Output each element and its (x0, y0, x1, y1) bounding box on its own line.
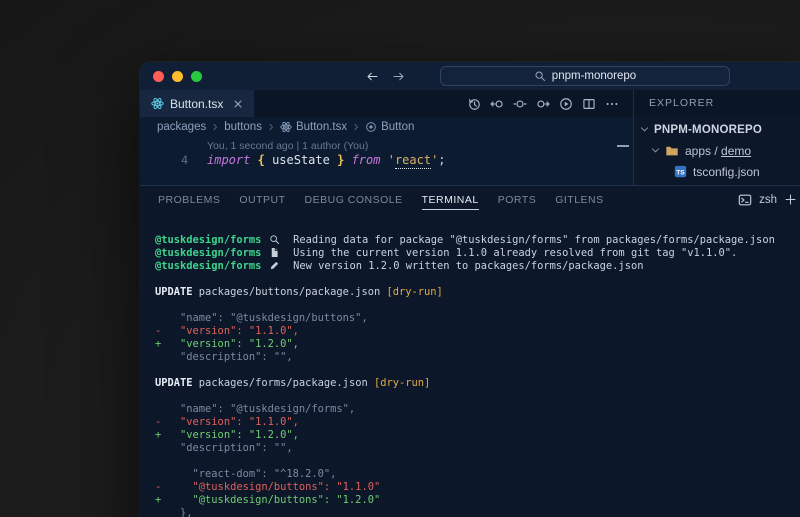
panel-tab-terminal[interactable]: TERMINAL (422, 186, 479, 213)
terminal-line: - "version": "1.1.0", (155, 416, 800, 429)
previous-change-icon[interactable] (490, 97, 504, 111)
history-nav (366, 62, 405, 90)
more-actions-icon[interactable] (605, 97, 619, 111)
terminal-line (155, 273, 800, 286)
panel-tab-output[interactable]: OUTPUT (239, 186, 285, 213)
tab-label: Button.tsx (170, 97, 223, 111)
code-line[interactable]: 4 import { useState } from 'react'; (140, 153, 446, 167)
svg-text:TS: TS (676, 169, 685, 176)
titlebar: pnpm-monorepo (140, 62, 800, 90)
chevron-right-icon (351, 122, 361, 132)
terminal-line: - "version": "1.1.0", (155, 325, 800, 338)
tab-button-tsx[interactable]: Button.tsx (140, 90, 255, 117)
terminal-line: UPDATE packages/buttons/package.json [dr… (155, 286, 800, 299)
search-icon (534, 70, 546, 82)
terminal-line: - "@tuskdesign/buttons": "1.1.0" (155, 481, 800, 494)
terminal-line: + "@tuskdesign/buttons": "1.2.0" (155, 494, 800, 507)
tree-item-tsconfig.json[interactable]: TStsconfig.json (634, 161, 800, 182)
line-number: 5 (140, 183, 188, 185)
code-line-partial[interactable]: 5 (140, 179, 188, 185)
close-window-button[interactable] (153, 71, 164, 82)
page-icon (268, 247, 281, 260)
overview-ruler-mark (617, 145, 629, 147)
window-controls (153, 71, 202, 82)
close-icon[interactable] (232, 98, 244, 110)
panel-tab-ports[interactable]: PORTS (498, 186, 536, 213)
react-icon (151, 97, 164, 110)
chevron-down-icon (639, 124, 650, 135)
panel-tab-problems[interactable]: PROBLEMS (158, 186, 220, 213)
react-icon (280, 121, 292, 133)
shell-label[interactable]: zsh (759, 194, 777, 206)
panel-tab-debug-console[interactable]: DEBUG CONSOLE (305, 186, 403, 213)
terminal-shell-cluster: zsh (738, 186, 797, 213)
main-split: Button.tsx packagesbuttonsButton.tsxButt… (140, 90, 800, 186)
tree-root-pnpm-monorepo[interactable]: PNPM-MONOREPO (634, 119, 800, 140)
command-center-search[interactable]: pnpm-monorepo (440, 66, 730, 86)
back-icon[interactable] (366, 70, 379, 83)
zoom-window-button[interactable] (191, 71, 202, 82)
terminal-line (155, 364, 800, 377)
file-tree: PNPM-MONOREPOapps / demoTStsconfig.jsonT… (634, 117, 800, 185)
bottom-panel: PROBLEMS OUTPUT DEBUG CONSOLE TERMINAL PORTS… (140, 186, 800, 517)
ts-icon: TS (674, 165, 687, 178)
terminal-line: UPDATE packages/forms/package.json [dry-… (155, 377, 800, 390)
terminal-line: }, (155, 507, 800, 517)
breadcrumb: packages buttons Button.tsx Button (140, 117, 633, 137)
run-icon[interactable] (559, 97, 573, 111)
code-editor[interactable]: You, 1 second ago | 1 author (You) 4 imp… (140, 137, 633, 185)
tab-bar: Button.tsx (140, 90, 633, 117)
terminal-line: + "version": "1.2.0", (155, 338, 800, 351)
magnifier-icon (268, 234, 281, 247)
terminal-line: @tuskdesign/forms Reading data for packa… (155, 234, 800, 247)
explorer-header: EXPLORER (634, 90, 800, 117)
breadcrumb-item[interactable]: buttons (224, 121, 262, 133)
forward-icon[interactable] (392, 70, 405, 83)
terminal-line: @tuskdesign/forms New version 1.2.0 writ… (155, 260, 800, 273)
search-value: pnpm-monorepo (552, 70, 636, 82)
symbol-class-icon (365, 121, 377, 133)
chevron-right-icon (266, 122, 276, 132)
tree-item-tsconfig.node.json[interactable]: TStsconfig.node.json (634, 182, 800, 185)
next-change-icon[interactable] (536, 97, 550, 111)
terminal-line (155, 299, 800, 312)
terminal-line: "name": "@tuskdesign/forms", (155, 403, 800, 416)
code-text: import { useState } from 'react'; (207, 153, 446, 167)
explorer-sidebar: EXPLORER PNPM-MONOREPOapps / demoTStscon… (633, 90, 800, 185)
minimize-window-button[interactable] (172, 71, 183, 82)
terminal-line (155, 455, 800, 468)
pencil-icon (268, 260, 281, 273)
terminal-output[interactable]: @tuskdesign/forms Reading data for packa… (140, 213, 800, 517)
terminal-line: "description": "", (155, 351, 800, 364)
terminal-line: "react-dom": "^18.2.0", (155, 468, 800, 481)
history-icon[interactable] (467, 97, 481, 111)
editor-actions (467, 90, 633, 117)
terminal-line (155, 390, 800, 403)
panel-tab-bar: PROBLEMS OUTPUT DEBUG CONSOLE TERMINAL PORTS… (140, 186, 800, 213)
line-number: 4 (140, 153, 188, 167)
terminal-line: "description": "", (155, 442, 800, 455)
chevron-right-icon (210, 122, 220, 132)
breadcrumb-item[interactable]: Button (365, 121, 414, 133)
terminal-line: "name": "@tuskdesign/buttons", (155, 312, 800, 325)
breadcrumb-item[interactable]: packages (157, 121, 206, 133)
editor-group: Button.tsx packagesbuttonsButton.tsxButt… (140, 90, 633, 185)
gitlens-blame-codelens[interactable]: You, 1 second ago | 1 author (You) (207, 140, 368, 152)
breadcrumb-item[interactable]: Button.tsx (280, 121, 347, 133)
terminal-icon[interactable] (738, 193, 752, 207)
tree-item-folder[interactable]: apps / demo (634, 140, 800, 161)
split-editor-icon[interactable] (582, 97, 596, 111)
panel-tab-gitlens[interactable]: GITLENS (555, 186, 603, 213)
terminal-line: @tuskdesign/forms Using the current vers… (155, 247, 800, 260)
vscode-window: pnpm-monorepo Button.tsx packages buttons… (140, 62, 800, 517)
chevron-down-icon (650, 145, 661, 156)
change-circle-icon[interactable] (513, 97, 527, 111)
new-terminal-icon[interactable] (784, 193, 797, 206)
folder-icon (665, 144, 679, 158)
terminal-line: + "version": "1.2.0", (155, 429, 800, 442)
